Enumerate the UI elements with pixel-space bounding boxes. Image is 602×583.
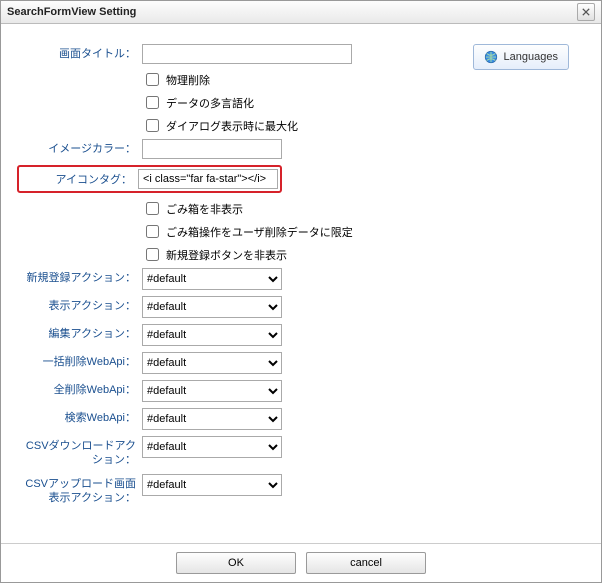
ok-button[interactable]: OK (176, 552, 296, 574)
checkbox-physical-delete[interactable] (146, 73, 159, 86)
row-edit-action: 編集アクション： #default (21, 324, 581, 346)
dialog-window: SearchFormView Setting Languages 画面タイトル：… (0, 0, 602, 583)
row-data-i18n: データの多言語化 (142, 93, 581, 112)
label-delete-all-webapi: 全削除WebApi： (21, 380, 142, 397)
row-csv-download-action: CSVダウンロードアクション： #default (21, 436, 581, 468)
checkbox-dialog-maximize[interactable] (146, 119, 159, 132)
languages-label: Languages (504, 51, 558, 63)
checkbox-data-i18n[interactable] (146, 96, 159, 109)
row-image-color: イメージカラー： (21, 139, 581, 159)
row-delete-all-webapi: 全削除WebApi： #default (21, 380, 581, 402)
select-bulk-delete-webapi[interactable]: #default (142, 352, 282, 374)
cancel-button[interactable]: cancel (306, 552, 426, 574)
select-delete-all-webapi[interactable]: #default (142, 380, 282, 402)
label-new-action: 新規登録アクション： (21, 268, 142, 285)
label-search-webapi: 検索WebApi： (21, 408, 142, 425)
checkbox-trash-user-only[interactable] (146, 225, 159, 238)
label-hide-new-button: 新規登録ボタンを非表示 (166, 247, 287, 263)
checkbox-hide-trash[interactable] (146, 202, 159, 215)
row-view-action: 表示アクション： #default (21, 296, 581, 318)
dialog-body: Languages 画面タイトル： 物理削除 データの多言語化 ダイアログ表示時… (1, 24, 601, 543)
input-icon-tag[interactable] (138, 169, 278, 189)
input-screen-title[interactable] (142, 44, 352, 64)
label-csv-download-action: CSVダウンロードアクション： (21, 436, 142, 468)
close-button[interactable] (577, 3, 595, 21)
scroll-area[interactable]: Languages 画面タイトル： 物理削除 データの多言語化 ダイアログ表示時… (1, 24, 601, 543)
row-bulk-delete-webapi: 一括削除WebApi： #default (21, 352, 581, 374)
select-edit-action[interactable]: #default (142, 324, 282, 346)
languages-button[interactable]: Languages (473, 44, 569, 70)
label-image-color: イメージカラー： (21, 139, 142, 156)
row-dialog-maximize: ダイアログ表示時に最大化 (142, 116, 581, 135)
label-hide-trash: ごみ箱を非表示 (166, 201, 243, 217)
select-new-action[interactable]: #default (142, 268, 282, 290)
close-icon (582, 8, 590, 16)
row-hide-trash: ごみ箱を非表示 (142, 199, 581, 218)
label-csv-upload-action: CSVアップロード画面表示アクション： (21, 474, 142, 506)
row-trash-user-only: ごみ箱操作をユーザ削除データに限定 (142, 222, 581, 241)
label-edit-action: 編集アクション： (21, 324, 142, 341)
label-view-action: 表示アクション： (21, 296, 142, 313)
dialog-footer: OK cancel (1, 543, 601, 582)
window-title: SearchFormView Setting (7, 6, 136, 18)
select-view-action[interactable]: #default (142, 296, 282, 318)
row-icon-tag: アイコンタグ： (21, 165, 581, 193)
input-image-color[interactable] (142, 139, 282, 159)
select-search-webapi[interactable]: #default (142, 408, 282, 430)
label-bulk-delete-webapi: 一括削除WebApi： (21, 352, 142, 369)
checkbox-hide-new-button[interactable] (146, 248, 159, 261)
label-trash-user-only: ごみ箱操作をユーザ削除データに限定 (166, 224, 353, 240)
row-physical-delete: 物理削除 (142, 70, 581, 89)
select-csv-upload-action[interactable]: #default (142, 474, 282, 496)
row-hide-new-button: 新規登録ボタンを非表示 (142, 245, 581, 264)
label-icon-tag: アイコンタグ： (21, 171, 138, 187)
titlebar: SearchFormView Setting (1, 1, 601, 24)
label-dialog-maximize: ダイアログ表示時に最大化 (166, 118, 298, 134)
globe-icon (484, 50, 498, 64)
label-screen-title: 画面タイトル： (21, 44, 142, 61)
label-physical-delete: 物理削除 (166, 72, 210, 88)
row-search-webapi: 検索WebApi： #default (21, 408, 581, 430)
icon-tag-highlight: アイコンタグ： (17, 165, 282, 193)
label-data-i18n: データの多言語化 (166, 95, 254, 111)
select-csv-download-action[interactable]: #default (142, 436, 282, 458)
row-new-action: 新規登録アクション： #default (21, 268, 581, 290)
row-csv-upload-action: CSVアップロード画面表示アクション： #default (21, 474, 581, 506)
